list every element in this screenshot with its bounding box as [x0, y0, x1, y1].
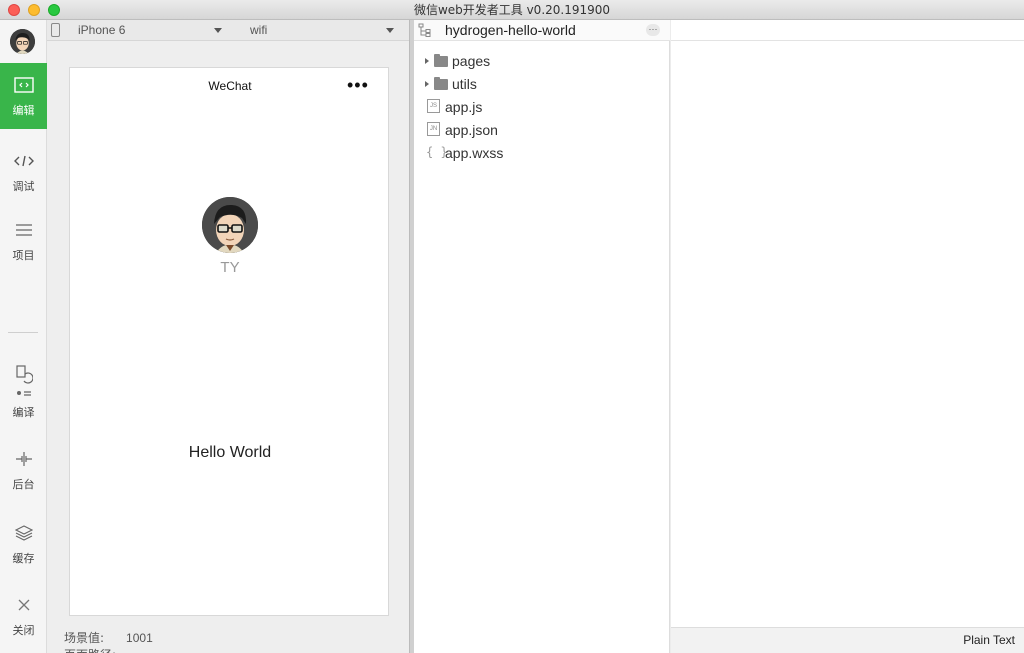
sidebar-item-label: 缓存 [12, 552, 35, 565]
json-file-icon: JN [427, 122, 440, 136]
user-avatar-small[interactable] [10, 29, 35, 54]
sidebar-item-label: 项目 [12, 249, 35, 262]
editor-status-bar: Plain Text [671, 627, 1024, 653]
tree-item-label: utils [452, 75, 477, 92]
avatar [202, 197, 258, 253]
sidebar-item-label: 调试 [12, 180, 35, 193]
chevron-down-icon[interactable] [214, 28, 222, 33]
sidebar-item-debug[interactable]: 调试 [0, 139, 47, 205]
sidebar-item-background[interactable]: 后台 [0, 437, 47, 503]
project-header: hydrogen-hello-world ··· [414, 20, 670, 41]
sidebar-item-label: 关闭 [12, 624, 35, 637]
sidebar-item-project[interactable]: 项目 [0, 208, 47, 274]
sidebar-item-close[interactable]: 关闭 [0, 583, 47, 649]
avatar-image [10, 29, 35, 54]
project-name: hydrogen-hello-world [445, 22, 576, 38]
sidebar-item-label: 后台 [12, 478, 35, 491]
scene-value: 1001 [126, 631, 153, 645]
more-icon[interactable]: ••• [347, 75, 369, 96]
js-file-icon: JS [427, 99, 440, 113]
tree-item-label: app.wxss [445, 144, 504, 161]
sidebar-item-edit[interactable]: 编辑 [0, 63, 47, 129]
window-controls [8, 4, 60, 16]
code-icon [13, 74, 34, 96]
expand-arrow-icon[interactable] [425, 58, 429, 64]
editor-tab-bar [671, 20, 1024, 41]
network-select[interactable]: wifi [250, 23, 267, 37]
code-editor[interactable] [671, 20, 1024, 627]
avatar-image [202, 197, 258, 253]
window-minimize-button[interactable] [28, 4, 40, 16]
compile-icon [15, 364, 33, 398]
background-icon [15, 448, 33, 470]
simulator-toolbar: iPhone 6 wifi [47, 20, 409, 41]
folder-icon [434, 77, 448, 90]
hello-text: Hello World [188, 444, 272, 461]
debug-icon [13, 150, 34, 172]
sidebar-item-label: 编译 [12, 406, 35, 419]
sidebar-divider [8, 332, 38, 333]
sidebar-item-compile[interactable]: 编译 [0, 354, 47, 430]
phone-icon [51, 23, 60, 37]
menu-icon [15, 219, 32, 241]
close-icon [17, 594, 31, 616]
phone-screen: WeChat ••• TY Hello World [69, 67, 389, 616]
layers-icon [14, 522, 33, 544]
tree-file-app-js[interactable]: JS app.js [414, 96, 670, 117]
user-nickname: TY [220, 259, 240, 276]
window-maximize-button[interactable] [48, 4, 60, 16]
title-bar: 微信web开发者工具 v0.20.191900 [0, 0, 1024, 20]
chevron-down-icon[interactable] [386, 28, 394, 33]
tree-item-label: app.js [445, 98, 483, 115]
file-tree-panel: hydrogen-hello-world ··· pages utils JS … [414, 20, 670, 653]
tree-icon[interactable] [418, 23, 432, 37]
device-select[interactable]: iPhone 6 [78, 23, 125, 37]
more-options-button[interactable]: ··· [646, 24, 660, 36]
sidebar: 编辑 调试 项目 编译 后台 缓存 关闭 [0, 20, 47, 653]
scene-info: 场景值: 1001 [64, 629, 153, 646]
expand-arrow-icon[interactable] [425, 81, 429, 87]
sidebar-item-cache[interactable]: 缓存 [0, 511, 47, 577]
tree-file-app-wxss[interactable]: { } app.wxss [414, 142, 670, 163]
tree-item-label: pages [452, 52, 491, 69]
folder-icon [434, 54, 448, 67]
language-mode-button[interactable]: Plain Text [963, 633, 1015, 647]
tree-item-label: app.json [445, 121, 498, 138]
window-close-button[interactable] [8, 4, 20, 16]
tree-folder-utils[interactable]: utils [414, 73, 670, 94]
window-title: 微信web开发者工具 v0.20.191900 [413, 3, 611, 17]
sidebar-item-label: 编辑 [12, 104, 35, 117]
page-path-label: 页面路径: [64, 646, 116, 653]
simulator-panel: WeChat ••• TY Hello World 场景值: 1001 页面路径: [47, 41, 409, 653]
tree-folder-pages[interactable]: pages [414, 50, 670, 71]
nav-title: WeChat [208, 79, 252, 93]
scene-label: 场景值: [64, 631, 105, 645]
tree-file-app-json[interactable]: JN app.json [414, 119, 670, 140]
